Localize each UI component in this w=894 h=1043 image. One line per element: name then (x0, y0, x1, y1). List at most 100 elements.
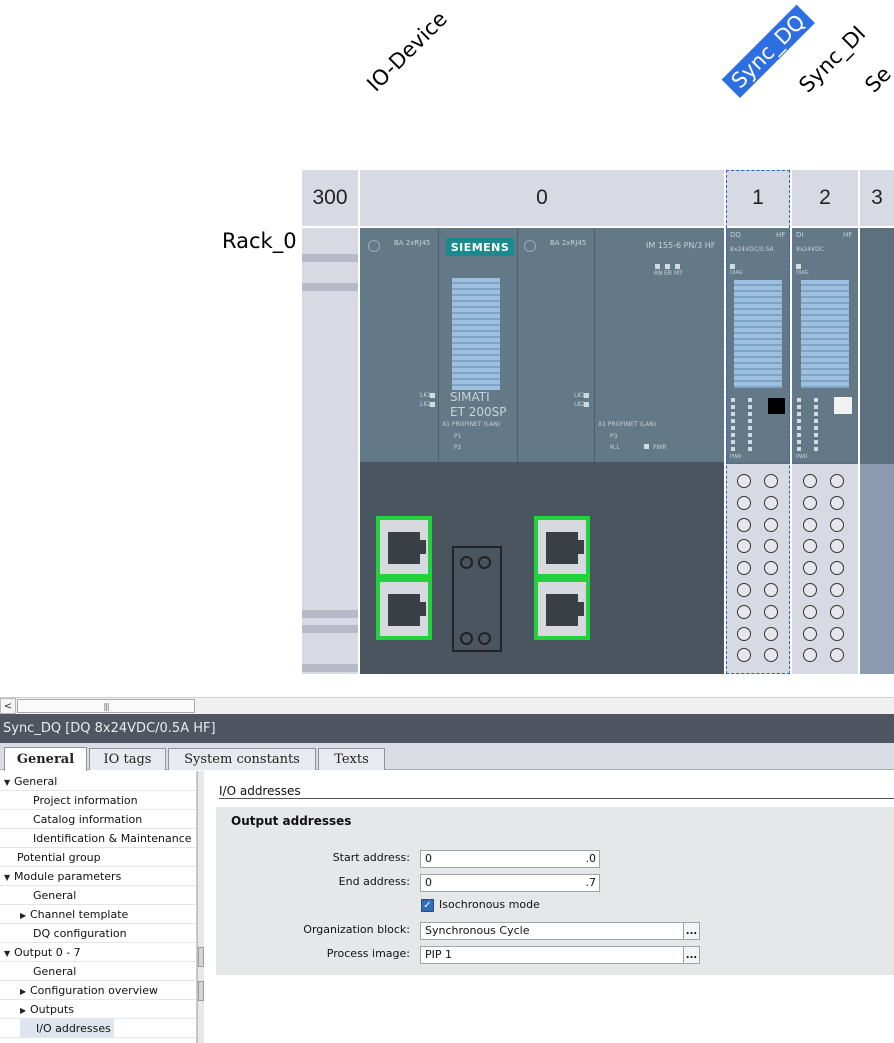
tree-item[interactable]: General (20, 962, 76, 981)
tree-item[interactable]: ▶ Outputs (20, 1000, 74, 1019)
channel-led (731, 447, 735, 451)
isochronous-checkbox[interactable]: ✓ (421, 899, 434, 912)
ethernet-port-p1[interactable] (376, 516, 432, 578)
channel-led (814, 419, 818, 423)
terminal-screw (737, 604, 751, 619)
tree-item[interactable]: Identification & Maintenance (20, 829, 192, 848)
org-block-label-wrap: Organization block: (216, 923, 410, 937)
tree-scrollbar[interactable] (197, 771, 204, 1043)
di-terminal-block (792, 464, 858, 674)
tab-texts[interactable]: Texts (318, 748, 385, 770)
slot-header-2[interactable]: 2 (792, 170, 858, 226)
di-status-block (834, 397, 852, 414)
start-address-field[interactable]: 0 .0 (420, 850, 600, 868)
tab-system-constants[interactable]: System constants (168, 748, 316, 770)
terminal-screw (830, 583, 844, 597)
channel-led (748, 426, 752, 430)
slot-header-300[interactable]: 300 (302, 170, 358, 226)
ethernet-port-p4[interactable] (534, 578, 590, 640)
tree-item-label: Identification & Maintenance (33, 832, 192, 845)
tree-item-label: DQ configuration (33, 927, 127, 940)
channel-led (731, 412, 735, 416)
rack-label: Rack_0 (222, 229, 297, 253)
led-mt-label: MT (674, 270, 683, 277)
slot-header-0[interactable]: 0 (360, 170, 724, 226)
led-rn-label: RN (654, 270, 663, 277)
channel-led (814, 426, 818, 430)
tree-item[interactable]: ▼ General (4, 772, 57, 791)
power-connector (452, 546, 502, 652)
org-block-field[interactable]: Synchronous Cycle (420, 922, 684, 940)
tree-item[interactable]: Potential group (4, 848, 101, 867)
start-address-label: Start address: (332, 851, 410, 864)
led-rn (655, 264, 660, 269)
terminal-screw (737, 495, 751, 510)
tree-item-label: Output 0 - 7 (14, 946, 81, 959)
terminal-screw (830, 474, 844, 488)
di-label-strip (801, 280, 849, 388)
tree-item[interactable]: ▶ Configuration overview (20, 981, 158, 1000)
channel-led (748, 440, 752, 444)
tree-item-label: Channel template (30, 908, 129, 921)
process-image-label: Process image: (326, 947, 410, 960)
process-image-browse-button[interactable]: ... (683, 946, 700, 964)
end-address-field[interactable]: 0 .7 (420, 874, 600, 892)
channel-led (797, 426, 801, 430)
tree-item[interactable]: Catalog information (20, 810, 142, 829)
tab-io-tags[interactable]: IO tags (89, 748, 166, 770)
panel-divider (517, 228, 518, 462)
channel-led (797, 412, 801, 416)
terminal-screw (803, 495, 817, 510)
tree-item[interactable]: DQ configuration (20, 924, 127, 943)
terminal-screw (737, 583, 751, 597)
module-slot-3[interactable] (860, 228, 894, 674)
terminal-screw (803, 583, 817, 597)
tree-item[interactable]: Project information (20, 791, 138, 810)
section-title: I/O addresses (219, 784, 307, 798)
tree-item[interactable]: ▼ Output 0 - 7 (4, 943, 81, 962)
tree-item-label: I/O addresses (36, 1022, 111, 1035)
column-label-next[interactable]: Se (860, 61, 894, 98)
led-er-label: ER (664, 270, 672, 277)
module-sync-di[interactable]: DI HF 8x24VDC DIAG PWR (792, 228, 858, 674)
org-block-browse-button[interactable]: ... (683, 922, 700, 940)
di-pwr-label: PWR (796, 454, 808, 460)
p1-label: P1 (454, 433, 462, 440)
tree-scroll-thumb-down[interactable] (198, 981, 204, 1001)
p2-label: P2 (454, 444, 462, 451)
tree-item-label: Configuration overview (30, 984, 158, 997)
group-title: Output addresses (231, 814, 352, 828)
column-label-io-device[interactable]: IO-Device (362, 6, 453, 97)
status-circle (524, 240, 536, 252)
nl-label: N.L (610, 444, 620, 451)
process-image-field[interactable]: PIP 1 (420, 946, 684, 964)
tree-item[interactable]: ▼ Module parameters (4, 867, 121, 886)
terminal-screw (737, 517, 751, 532)
interface-module-im155-6[interactable]: BA 2xRJ45 SIEMENS BA 2xRJ45 IM 155-6 PN/… (360, 228, 724, 674)
scroll-left-arrow-icon[interactable]: < (0, 698, 16, 714)
inspector-title: Sync_DQ [DQ 8x24VDC/0.5A HF] (0, 714, 894, 743)
isochronous-label[interactable]: Isochronous mode (439, 898, 540, 911)
scroll-thumb[interactable]: ||| (17, 699, 195, 713)
rail-mark (302, 664, 358, 672)
section-divider (219, 798, 894, 799)
channel-led (814, 440, 818, 444)
terminal-screw (764, 517, 778, 532)
output-addresses-group: Output addresses Start address: 0 .0 End… (216, 807, 894, 975)
slot-header-3[interactable]: 3 (860, 170, 894, 226)
process-image-label-wrap: Process image: (216, 947, 410, 961)
channel-led (797, 398, 801, 402)
slot-300-rail[interactable] (302, 228, 358, 674)
terminal-screw (764, 583, 778, 597)
rail-mark (302, 254, 358, 262)
tree-item[interactable]: ▶ Channel template (20, 905, 128, 924)
tree-item[interactable]: General (20, 886, 76, 905)
ethernet-port-p2[interactable] (376, 578, 432, 640)
ethernet-port-p3[interactable] (534, 516, 590, 578)
tab-general[interactable]: General (4, 747, 87, 771)
horizontal-scrollbar[interactable]: < ||| (0, 697, 894, 714)
tree-item[interactable]: I/O addresses (20, 1019, 114, 1038)
tree-scroll-thumb-up[interactable] (198, 947, 204, 967)
profinet-label-right: X1 PROFINET (LAN) (598, 421, 657, 428)
channel-led (797, 433, 801, 437)
